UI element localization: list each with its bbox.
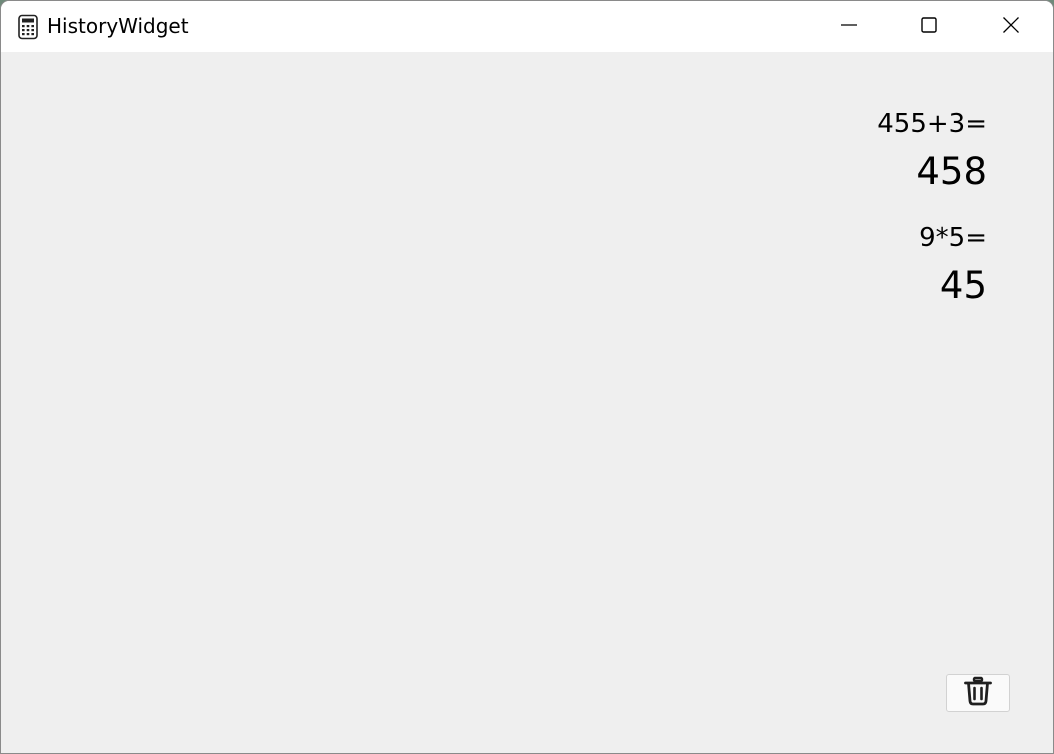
minimize-button[interactable] bbox=[809, 1, 889, 52]
history-result: 45 bbox=[939, 264, 987, 307]
maximize-button[interactable] bbox=[889, 1, 969, 52]
trash-icon bbox=[962, 675, 994, 711]
title-bar[interactable]: HistoryWidget bbox=[1, 1, 1053, 52]
close-button[interactable] bbox=[971, 1, 1051, 52]
history-result: 458 bbox=[916, 150, 987, 193]
calculator-icon bbox=[16, 14, 40, 40]
history-expression: 455+3= bbox=[877, 109, 987, 139]
history-entry[interactable]: 9*5= 45 bbox=[877, 222, 987, 308]
window-title: HistoryWidget bbox=[47, 14, 189, 38]
history-expression: 9*5= bbox=[919, 223, 987, 253]
history-window: HistoryWidget 455+3= 458 9*5= 45 bbox=[1, 1, 1053, 753]
history-content: 455+3= 458 9*5= 45 bbox=[1, 52, 1053, 753]
minimize-icon bbox=[840, 16, 858, 38]
history-entry[interactable]: 455+3= 458 bbox=[877, 108, 987, 194]
close-icon bbox=[1002, 16, 1020, 38]
history-list: 455+3= 458 9*5= 45 bbox=[877, 108, 987, 336]
clear-history-button[interactable] bbox=[946, 674, 1010, 712]
maximize-icon bbox=[920, 16, 938, 38]
